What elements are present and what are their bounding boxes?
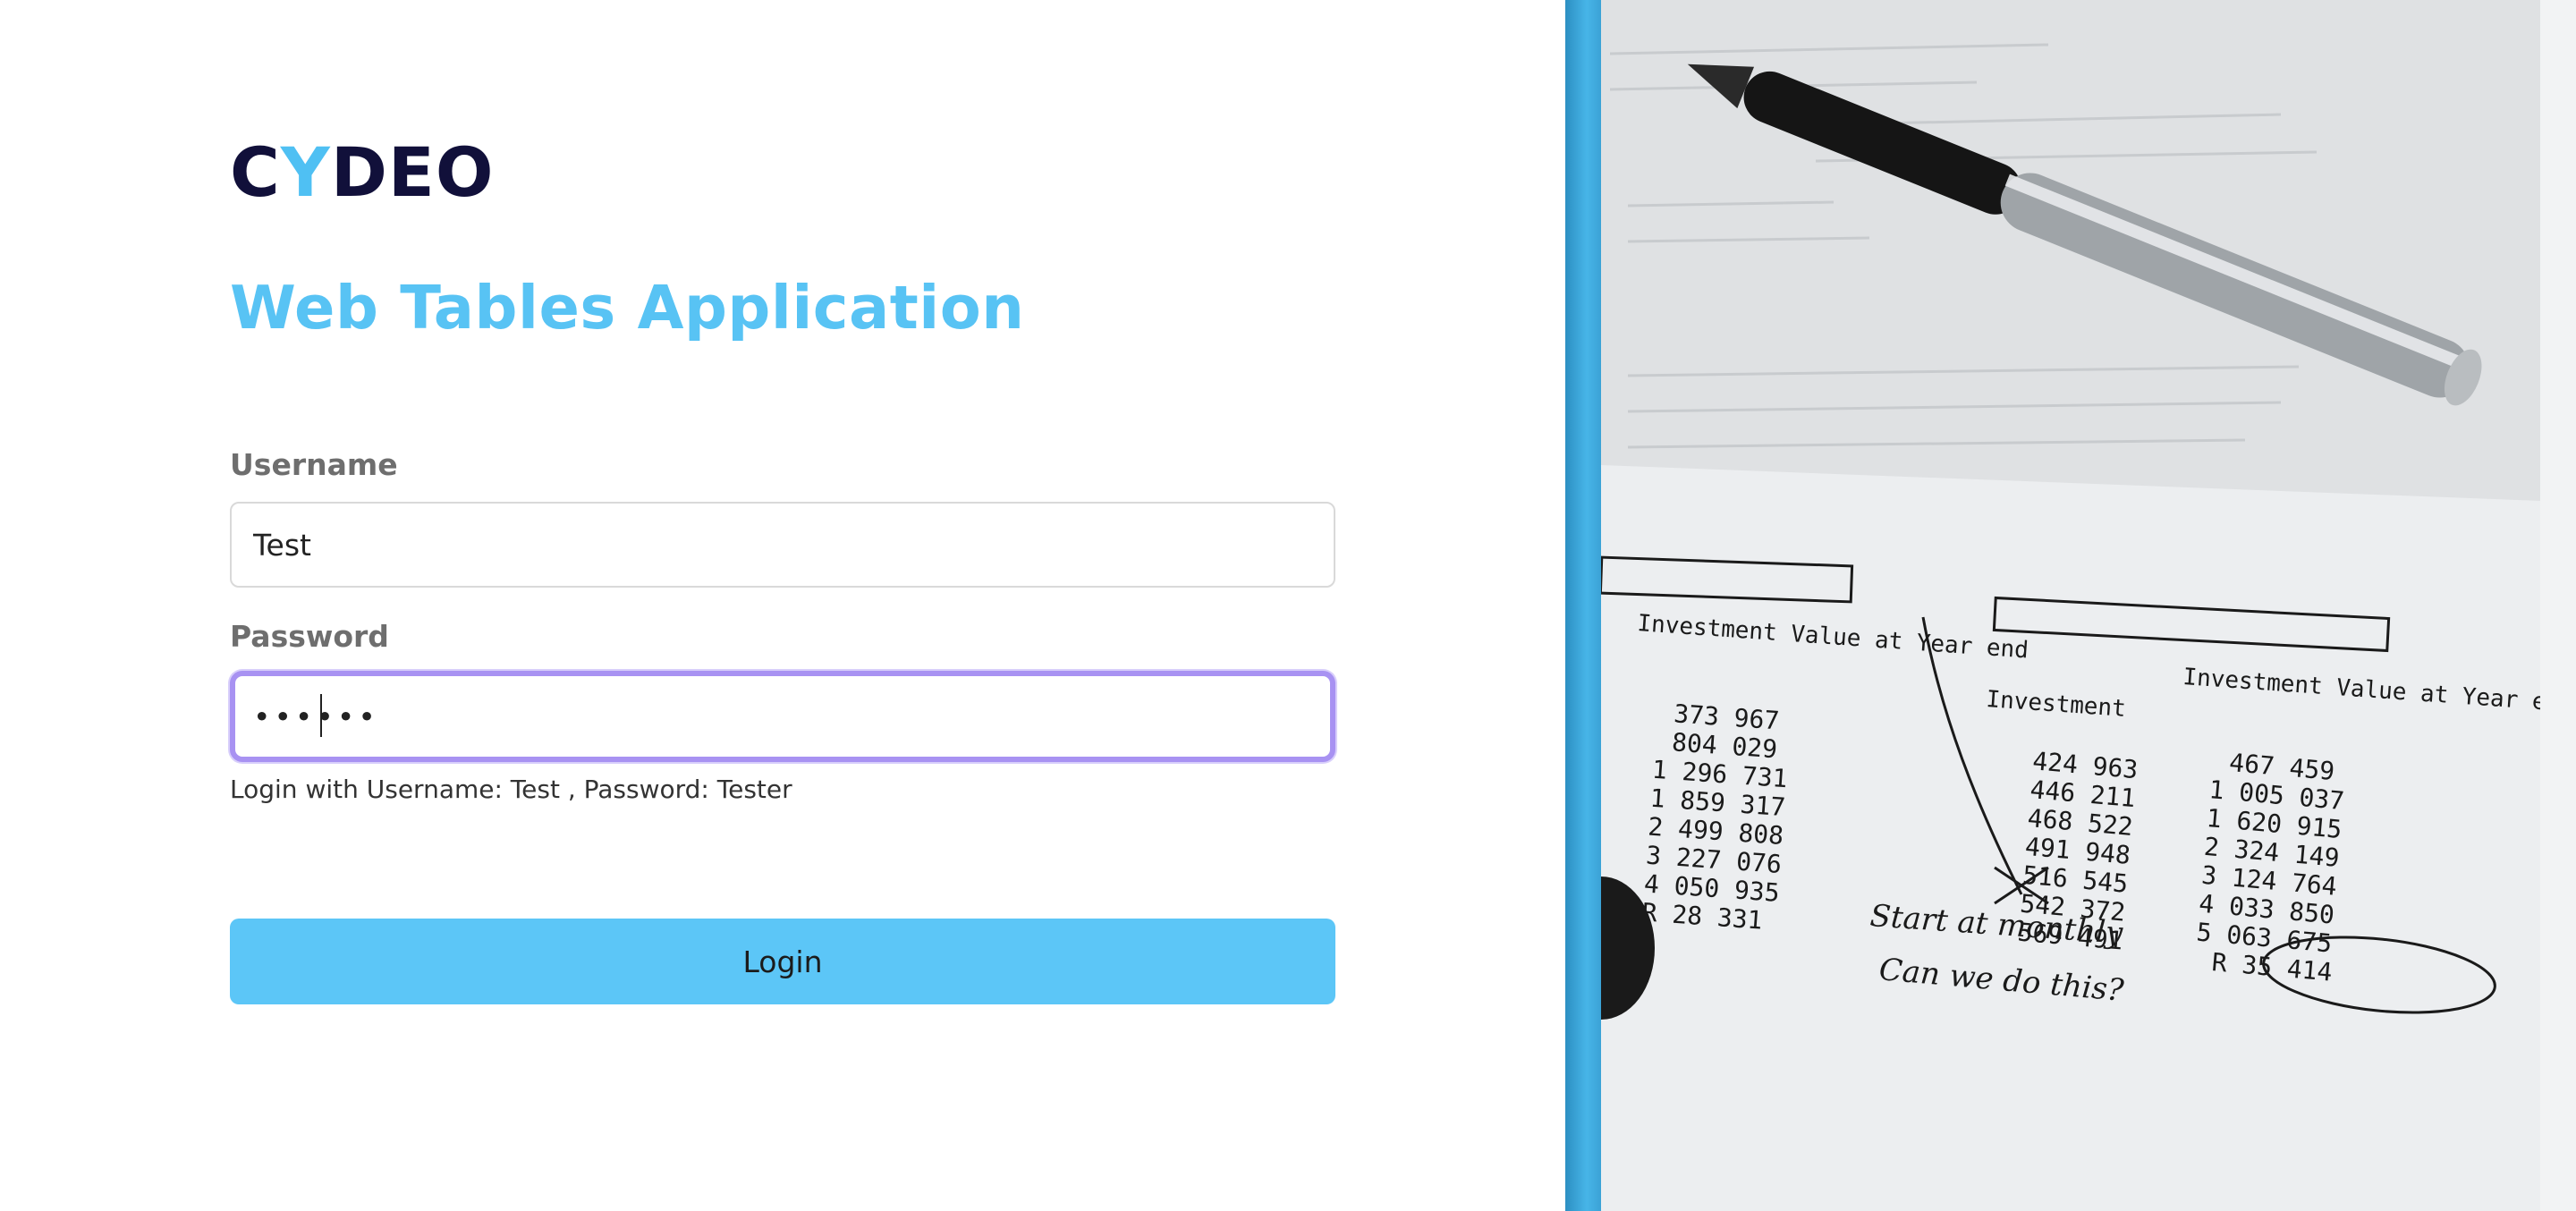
login-button[interactable]: Login bbox=[230, 919, 1335, 1004]
text-cursor bbox=[320, 694, 322, 737]
login-hint: Login with Username: Test , Password: Te… bbox=[230, 775, 792, 804]
photo-illustration: Investment Value at Year end Investment … bbox=[1601, 0, 2576, 1211]
username-input[interactable] bbox=[230, 502, 1335, 588]
logo-letter-c: C bbox=[230, 131, 281, 212]
cydeo-logo: C Y DEO bbox=[230, 132, 494, 212]
password-input[interactable] bbox=[230, 671, 1335, 762]
accent-strip bbox=[1565, 0, 1601, 1211]
login-panel: CYDEO Web Tables Application Username Pa… bbox=[0, 0, 1565, 1211]
username-label: Username bbox=[230, 447, 398, 482]
password-label: Password bbox=[230, 619, 389, 654]
login-page: CYDEO Web Tables Application Username Pa… bbox=[0, 0, 2576, 1211]
logo-letters-deo: DEO bbox=[330, 131, 495, 212]
page-title: Web Tables Application bbox=[230, 273, 1025, 343]
hero-image-panel: Investment Value at Year end Investment … bbox=[1565, 0, 2576, 1211]
logo-letter-y: Y bbox=[280, 131, 331, 212]
document-with-pen-photo: Investment Value at Year end Investment … bbox=[1601, 0, 2576, 1211]
